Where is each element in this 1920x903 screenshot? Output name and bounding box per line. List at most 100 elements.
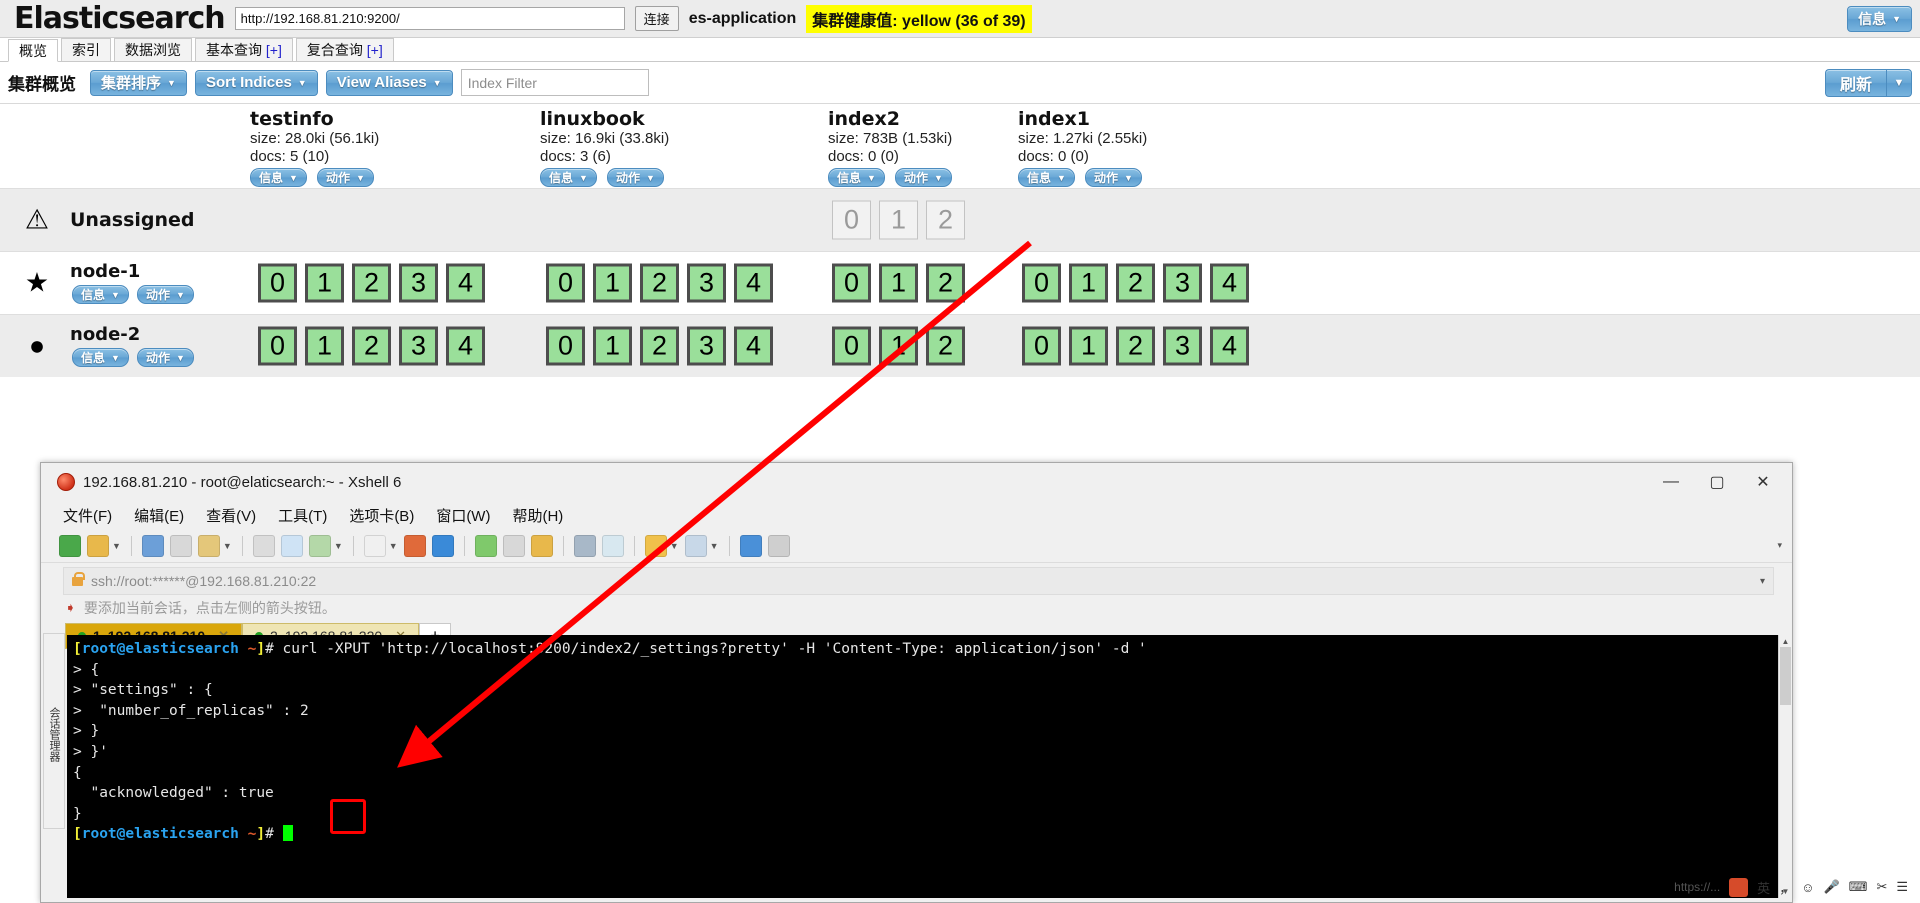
shard-cell[interactable]: 4	[1210, 326, 1249, 366]
tab-expand-icon[interactable]: [+]	[367, 42, 383, 58]
find-icon[interactable]	[252, 534, 275, 557]
menu-item-2[interactable]: 查看(V)	[206, 505, 256, 526]
shard-cell[interactable]: 2	[926, 326, 965, 366]
shard-cell[interactable]: 3	[687, 263, 726, 303]
shard-cell[interactable]: 2	[352, 263, 391, 303]
maximize-icon[interactable]: ▢	[1694, 464, 1740, 501]
ime-menu-icon[interactable]: ☰	[1896, 879, 1908, 895]
shard-cell[interactable]: 4	[734, 263, 773, 303]
header-info-button[interactable]: 信息 ▼	[1847, 5, 1912, 32]
help-icon[interactable]	[739, 534, 762, 557]
ime-lang-label[interactable]: 英	[1757, 878, 1770, 897]
connect-button[interactable]: 连接	[634, 6, 679, 31]
record-icon[interactable]	[601, 534, 624, 557]
shard-cell[interactable]: 1	[879, 263, 918, 303]
view-aliases-button[interactable]: View Aliases ▼	[325, 69, 453, 96]
tab-4[interactable]: 复合查询 [+]	[295, 38, 394, 61]
index-action-button[interactable]: 动作 ▼	[606, 168, 664, 188]
paste-icon[interactable]	[197, 534, 220, 557]
shard-cell[interactable]: 1	[879, 326, 918, 366]
tab-2[interactable]: 数据浏览	[114, 38, 192, 61]
shard-cell[interactable]: 0	[546, 326, 585, 366]
shard-cell[interactable]: 3	[1163, 263, 1202, 303]
index-action-button[interactable]: 动作 ▼	[894, 168, 952, 188]
log-icon[interactable]	[573, 534, 596, 557]
tab-expand-icon[interactable]: [+]	[266, 42, 282, 58]
new-session-icon[interactable]	[59, 534, 81, 557]
index-action-button[interactable]: 动作 ▼	[1084, 168, 1142, 188]
toolbar-overflow-icon[interactable]: ▾	[1777, 540, 1782, 551]
ime-tools-icon[interactable]: ✂	[1876, 879, 1887, 895]
chevron-down-icon[interactable]: ▼	[223, 541, 232, 551]
chevron-down-icon[interactable]: ▾	[1760, 576, 1765, 587]
shard-cell[interactable]: 0	[832, 263, 871, 303]
layout-icon[interactable]	[644, 534, 667, 557]
menu-item-4[interactable]: 选项卡(B)	[349, 505, 414, 526]
terminal-scrollbar[interactable]: ▲ ▼	[1778, 635, 1792, 898]
shard-cell[interactable]: 1	[879, 200, 918, 240]
shard-cell[interactable]: 2	[640, 263, 679, 303]
cluster-url-input[interactable]	[234, 7, 625, 30]
tab-1[interactable]: 索引	[61, 38, 111, 61]
shard-cell[interactable]: 2	[926, 200, 965, 240]
transfer-icon[interactable]	[474, 534, 497, 557]
close-icon[interactable]: ✕	[1740, 464, 1786, 501]
ime-keyboard-icon[interactable]: ⌨	[1849, 879, 1868, 895]
feedback-icon[interactable]	[767, 534, 790, 557]
sort-indices-button[interactable]: Sort Indices ▼	[194, 69, 318, 96]
tab-3[interactable]: 基本查询 [+]	[195, 38, 293, 61]
shard-cell[interactable]: 2	[926, 263, 965, 303]
clear-screen-icon[interactable]	[280, 534, 303, 557]
node-action-button[interactable]: 动作 ▼	[136, 348, 194, 367]
shard-cell[interactable]: 1	[1069, 326, 1108, 366]
shard-cell[interactable]: 0	[1022, 263, 1061, 303]
index-info-button[interactable]: 信息 ▼	[250, 168, 307, 188]
shard-cell[interactable]: 4	[1210, 263, 1249, 303]
shard-cell[interactable]: 4	[446, 263, 485, 303]
shard-cell[interactable]: 3	[687, 326, 726, 366]
xshell-address-bar[interactable]: ssh://root:******@192.168.81.210:22 ▾	[63, 567, 1774, 595]
scrollbar-thumb[interactable]	[1780, 647, 1791, 705]
menu-item-1[interactable]: 编辑(E)	[134, 505, 184, 526]
menu-item-6[interactable]: 帮助(H)	[512, 505, 563, 526]
shard-cell[interactable]: 0	[258, 326, 297, 366]
terminal-output[interactable]: [root@elasticsearch ~]# curl -XPUT 'http…	[67, 635, 1784, 898]
ime-emoji-icon[interactable]: ☺	[1801, 880, 1814, 895]
shard-cell[interactable]: 1	[305, 263, 344, 303]
split-view-icon[interactable]	[684, 534, 707, 557]
shard-cell[interactable]: 4	[446, 326, 485, 366]
shard-cell[interactable]: 0	[832, 200, 871, 240]
browser-icon[interactable]	[431, 534, 454, 557]
index-filter-input[interactable]	[460, 69, 649, 96]
copy-icon[interactable]	[169, 534, 192, 557]
minimize-icon[interactable]: —	[1648, 464, 1694, 501]
shard-cell[interactable]: 0	[546, 263, 585, 303]
ime-logo-icon[interactable]	[1729, 877, 1749, 897]
index-info-button[interactable]: 信息 ▼	[1018, 168, 1075, 188]
shard-cell[interactable]: 2	[352, 326, 391, 366]
chevron-down-icon[interactable]: ▼	[670, 541, 679, 551]
refresh-button[interactable]: 刷新	[1824, 68, 1886, 97]
shard-cell[interactable]: 3	[1163, 326, 1202, 366]
shard-cell[interactable]: 1	[305, 326, 344, 366]
highlight-icon[interactable]	[403, 534, 426, 557]
refresh-dropdown-button[interactable]: ▼	[1886, 68, 1912, 97]
node-info-button[interactable]: 信息 ▼	[72, 285, 129, 304]
open-folder-icon[interactable]	[87, 534, 109, 557]
shard-cell[interactable]: 3	[399, 326, 438, 366]
shard-cell[interactable]: 4	[734, 326, 773, 366]
node-info-button[interactable]: 信息 ▼	[72, 348, 129, 367]
cut-icon[interactable]	[141, 534, 164, 557]
shard-cell[interactable]: 0	[1022, 326, 1061, 366]
shard-cell[interactable]: 1	[1069, 263, 1108, 303]
node-action-button[interactable]: 动作 ▼	[136, 285, 194, 304]
font-size-icon[interactable]	[363, 534, 386, 557]
sort-cluster-button[interactable]: 集群排序 ▼	[90, 69, 187, 96]
shard-cell[interactable]: 3	[399, 263, 438, 303]
menu-item-0[interactable]: 文件(F)	[63, 505, 112, 526]
ime-mic-icon[interactable]: 🎤	[1823, 879, 1839, 895]
session-manager-panel[interactable]: 会话管理器	[43, 633, 65, 829]
menu-item-5[interactable]: 窗口(W)	[436, 505, 490, 526]
shard-cell[interactable]: 2	[1116, 326, 1155, 366]
index-action-button[interactable]: 动作 ▼	[316, 168, 374, 188]
